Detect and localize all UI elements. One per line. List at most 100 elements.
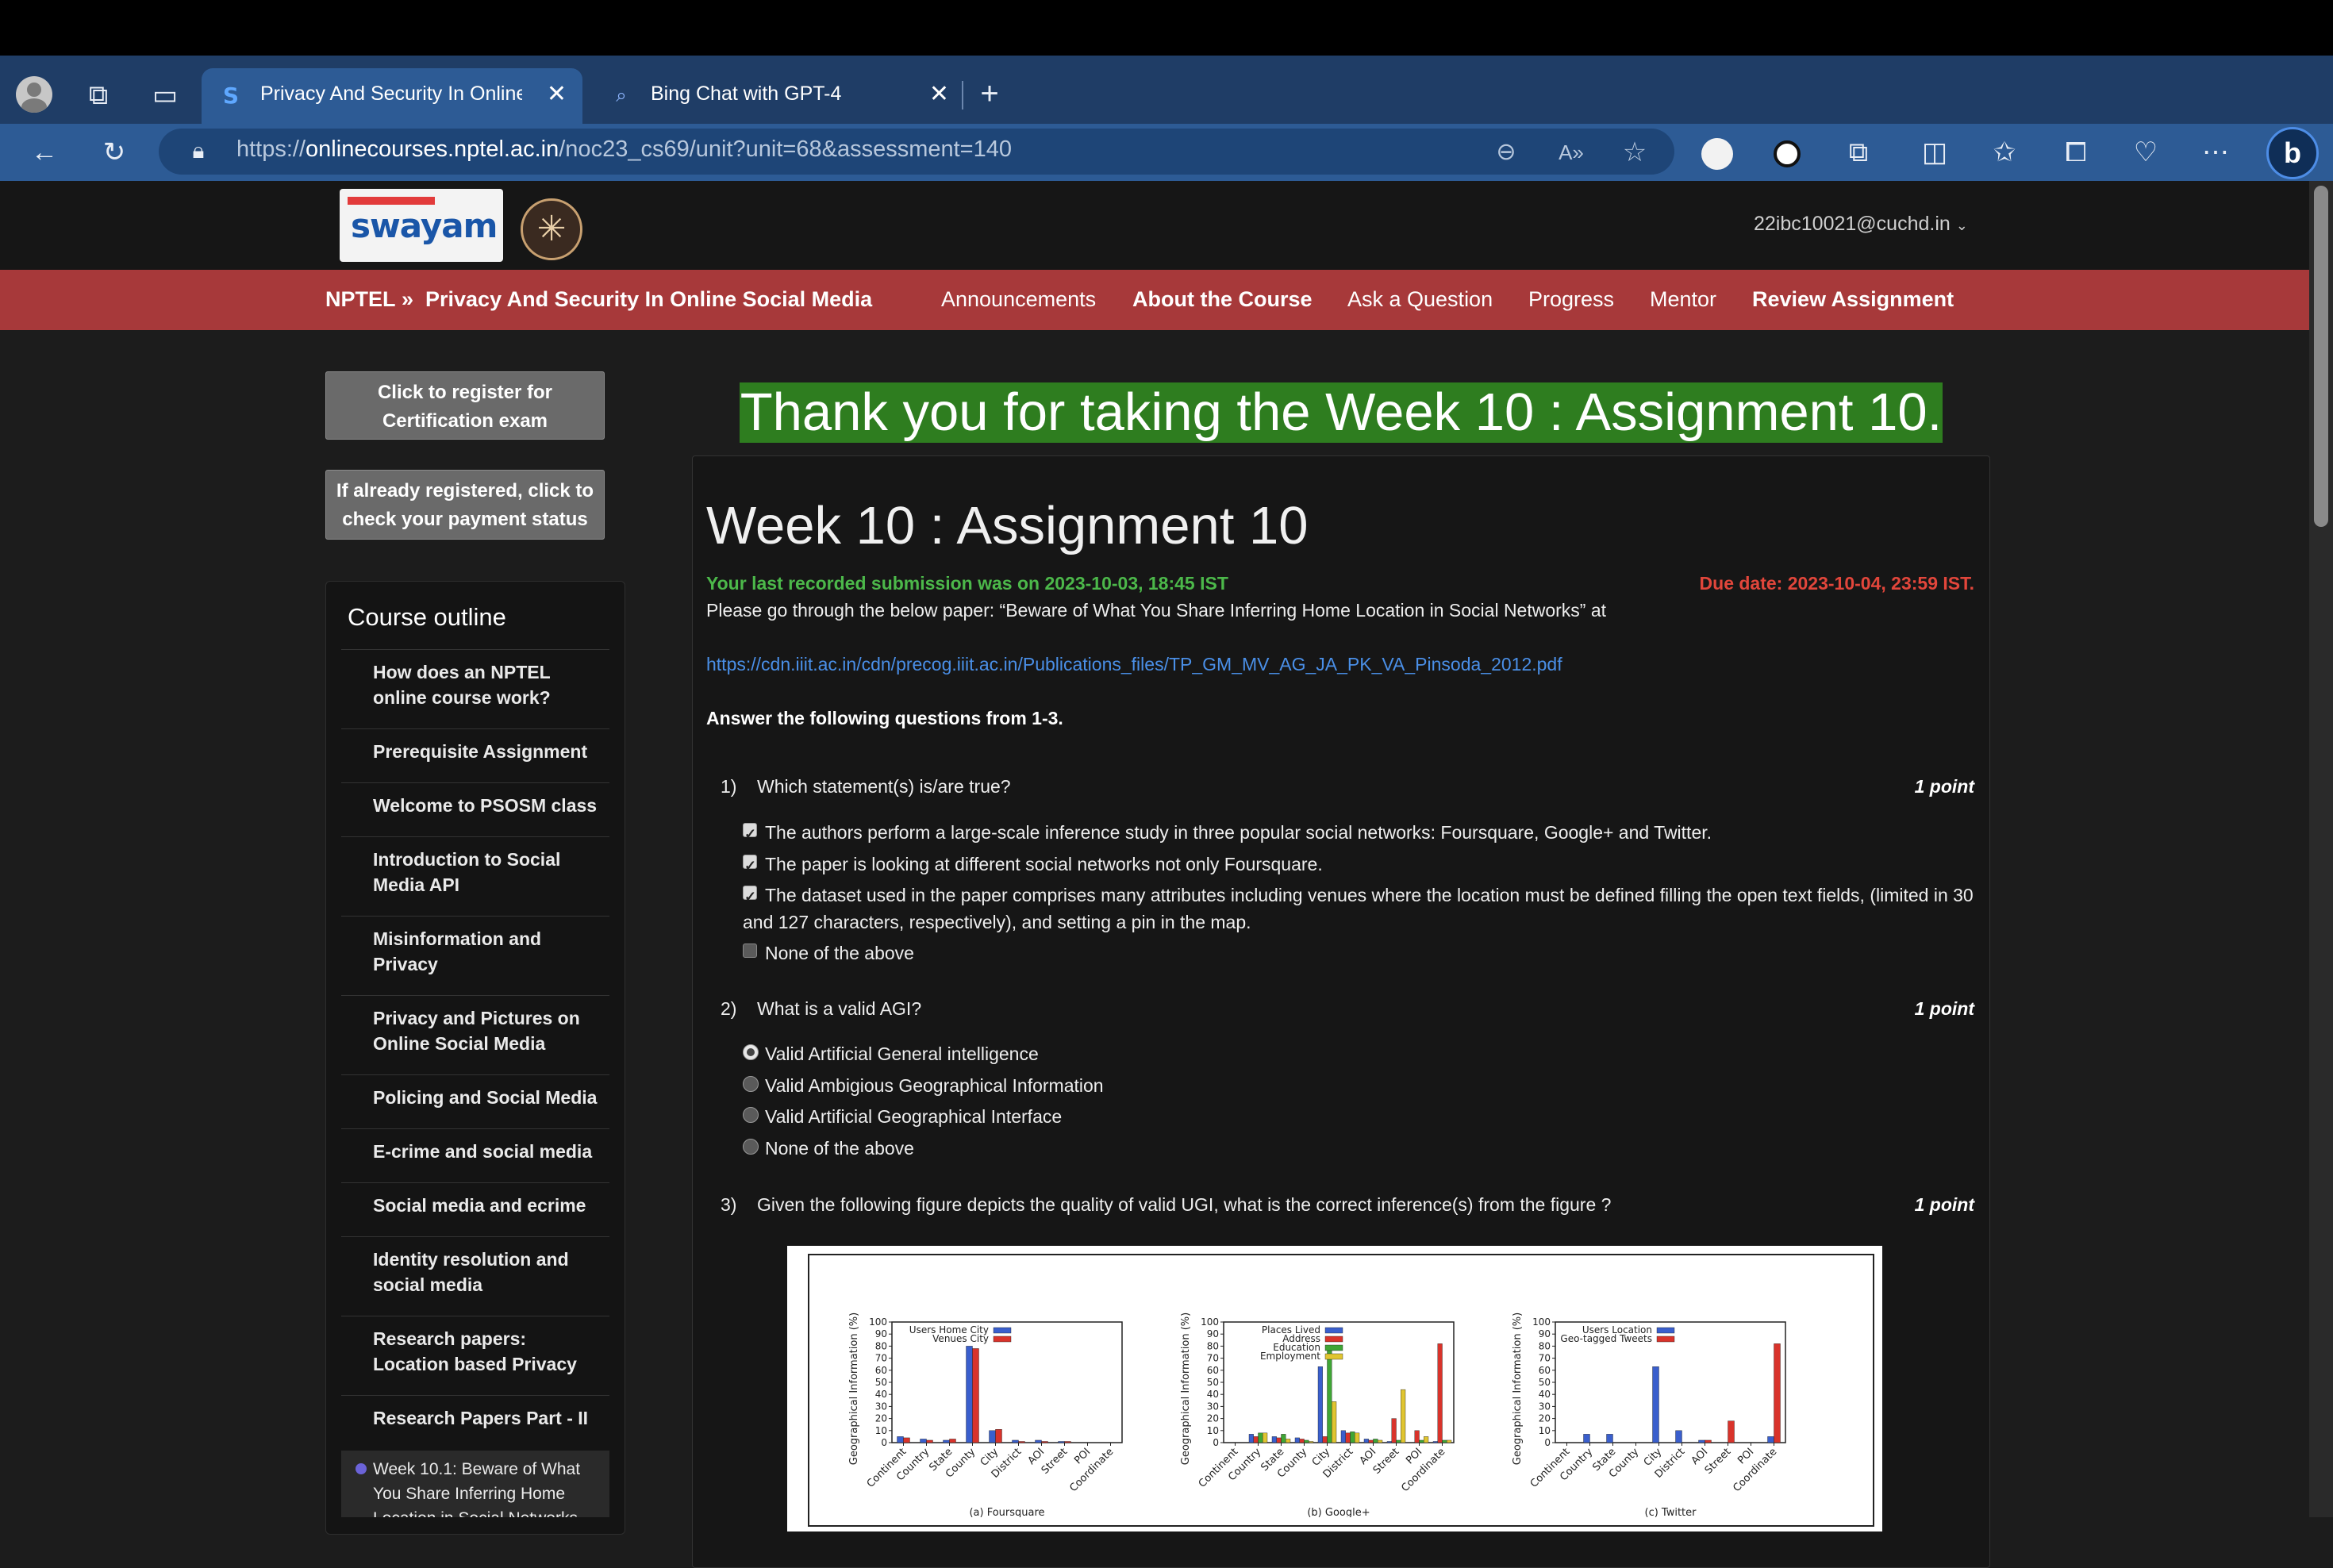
nav-ask-question[interactable]: Ask a Question xyxy=(1347,287,1493,312)
question-text: Which statement(s) is/are true? xyxy=(757,776,1011,797)
bar xyxy=(1675,1430,1682,1443)
y-tick-label: 50 xyxy=(1207,1377,1219,1388)
legend-swatch xyxy=(1656,1327,1675,1334)
tab-actions-icon[interactable]: ▭ xyxy=(148,78,183,113)
scrollbar-thumb[interactable] xyxy=(2314,186,2328,527)
y-axis-label: Geographical Information (%) xyxy=(1512,1312,1524,1465)
outline-item[interactable]: E-crime and social media xyxy=(341,1128,609,1183)
checkbox-checked[interactable] xyxy=(743,883,757,910)
outline-item[interactable]: Identity resolution and social media xyxy=(341,1236,609,1316)
outline-item[interactable]: Prerequisite Assignment xyxy=(341,728,609,783)
outline-item-label: Research papers: Location based Privacy xyxy=(373,1328,577,1374)
radio-selected[interactable] xyxy=(743,1044,759,1060)
tab-bing-chat[interactable]: ⌕ Bing Chat with GPT-4 ✕ xyxy=(592,68,965,124)
q1-option-3[interactable]: The dataset used in the paper comprises … xyxy=(743,882,1977,936)
zoom-out-icon[interactable]: ⊖ xyxy=(1487,133,1525,171)
q1-option-4[interactable]: None of the above xyxy=(743,940,1977,967)
outline-item[interactable]: Policing and Social Media xyxy=(341,1074,609,1129)
q2-option-3[interactable]: Valid Artificial Geographical Interface xyxy=(743,1103,1977,1130)
url-host: onlinecourses.nptel.ac.in xyxy=(306,136,559,162)
bar xyxy=(1281,1434,1286,1443)
nav-review-assignment[interactable]: Review Assignment xyxy=(1752,287,1954,312)
nav-about-course[interactable]: About the Course xyxy=(1132,287,1313,312)
close-tab-icon[interactable]: ✕ xyxy=(547,81,567,108)
swayam-logo[interactable]: swayam xyxy=(340,189,503,262)
outline-subitem-active[interactable]: Week 10.1: Beware of What You Share Infe… xyxy=(341,1451,609,1517)
legend-swatch xyxy=(1324,1335,1343,1343)
chart-caption: (a) Foursquare xyxy=(969,1507,1044,1517)
bar xyxy=(1432,1441,1438,1443)
tab-separator xyxy=(962,81,963,110)
collections-icon[interactable]: ⧠ xyxy=(2057,133,2095,171)
extensions-puzzle-icon[interactable]: ⧉ xyxy=(1839,133,1878,171)
q2-option-4[interactable]: None of the above xyxy=(743,1135,1977,1162)
y-tick-label: 70 xyxy=(1207,1353,1219,1364)
breadcrumb-course[interactable]: Privacy And Security In Online Social Me… xyxy=(425,287,872,312)
paper-link[interactable]: https://cdn.iiit.ac.in/cdn/precog.iiit.a… xyxy=(706,654,1562,675)
bar xyxy=(1368,1439,1374,1443)
outline-item[interactable]: Research Papers Part - II xyxy=(341,1395,609,1450)
y-tick-label: 0 xyxy=(1544,1437,1551,1448)
outline-item[interactable]: How does an NPTEL online course work? xyxy=(341,649,609,729)
q2-option-1[interactable]: Valid Artificial General intelligence xyxy=(743,1040,1977,1067)
outline-item[interactable]: Introduction to Social Media API xyxy=(341,836,609,917)
github-icon[interactable] xyxy=(1768,133,1806,171)
tab-privacy-course[interactable]: S Privacy And Security In Online Social … xyxy=(202,68,582,124)
radio-unselected[interactable] xyxy=(743,1076,759,1092)
payment-status-button[interactable]: If already registered, click to check yo… xyxy=(325,470,605,540)
outline-item[interactable]: Research papers: Location based Privacy xyxy=(341,1316,609,1396)
profile-avatar[interactable] xyxy=(16,76,52,113)
q1-option-2[interactable]: The paper is looking at different social… xyxy=(743,851,1977,879)
favorite-star-icon[interactable]: ☆ xyxy=(1616,133,1654,171)
q1-option-1[interactable]: The authors perform a large-scale infere… xyxy=(743,819,1977,847)
radio-unselected[interactable] xyxy=(743,1107,759,1123)
q2-option-2[interactable]: Valid Ambigious Geographical Information xyxy=(743,1072,1977,1099)
due-date-text: Due date: 2023-10-04, 23:59 IST. xyxy=(1699,573,1974,594)
y-tick-label: 100 xyxy=(869,1316,887,1328)
outline-item[interactable]: Misinformation and Privacy xyxy=(341,916,609,996)
bar xyxy=(1271,1436,1277,1443)
nav-progress[interactable]: Progress xyxy=(1528,287,1614,312)
lock-icon[interactable]: 🔒︎ xyxy=(183,133,214,168)
new-tab-icon[interactable]: + xyxy=(972,76,1007,111)
y-tick-label: 30 xyxy=(1539,1401,1551,1412)
browser-essentials-icon[interactable]: ♡ xyxy=(2127,133,2165,171)
outline-item[interactable]: Welcome to PSOSM class xyxy=(341,782,609,837)
read-aloud-icon[interactable]: A» xyxy=(1552,133,1590,171)
outline-item-label: E-crime and social media xyxy=(373,1141,593,1162)
workspaces-icon[interactable]: ⧉ xyxy=(81,78,116,113)
outline-item[interactable]: Social media and ecrime xyxy=(341,1182,609,1237)
radio-unselected[interactable] xyxy=(743,1139,759,1155)
outline-item[interactable]: Privacy and Pictures on Online Social Me… xyxy=(341,995,609,1075)
bar xyxy=(1396,1439,1401,1443)
back-arrow-icon[interactable]: ← xyxy=(25,133,63,171)
extension-cookie-icon[interactable] xyxy=(1698,133,1736,171)
y-tick-label: 70 xyxy=(875,1353,887,1364)
checkbox-checked[interactable] xyxy=(743,821,757,847)
checkbox-checked[interactable] xyxy=(743,852,757,879)
register-certification-button[interactable]: Click to register for Certification exam xyxy=(325,371,605,440)
y-tick-label: 20 xyxy=(1539,1413,1551,1424)
split-screen-icon[interactable]: ◫ xyxy=(1916,133,1954,171)
bar xyxy=(949,1439,956,1443)
url-text[interactable]: https://onlinecourses.nptel.ac.in/noc23_… xyxy=(236,136,1012,163)
logo-wordmark: swayam xyxy=(351,206,498,245)
close-tab-icon[interactable]: ✕ xyxy=(929,81,949,108)
more-menu-icon[interactable]: ⋯ xyxy=(2197,133,2235,171)
bar xyxy=(920,1439,927,1443)
checkbox-unchecked[interactable] xyxy=(743,943,757,958)
nav-announcements[interactable]: Announcements xyxy=(941,287,1096,312)
question-2: 2) What is a valid AGI? xyxy=(721,998,921,1020)
bar xyxy=(1058,1441,1065,1443)
bar xyxy=(995,1429,1002,1443)
breadcrumb-nptel[interactable]: NPTEL xyxy=(325,287,396,312)
favorites-icon[interactable]: ✩ xyxy=(1985,133,2024,171)
bing-copilot-icon[interactable]: b xyxy=(2266,127,2319,179)
y-axis-label: Geographical Information (%) xyxy=(848,1312,860,1465)
y-tick-label: 90 xyxy=(1539,1328,1551,1339)
reload-icon[interactable]: ↻ xyxy=(95,133,133,171)
os-menu-strip xyxy=(0,0,2333,56)
user-account-menu[interactable]: 22ibc10021@cuchd.in ⌄ xyxy=(1754,213,1968,236)
nav-mentor[interactable]: Mentor xyxy=(1650,287,1716,312)
bar xyxy=(926,1439,933,1443)
